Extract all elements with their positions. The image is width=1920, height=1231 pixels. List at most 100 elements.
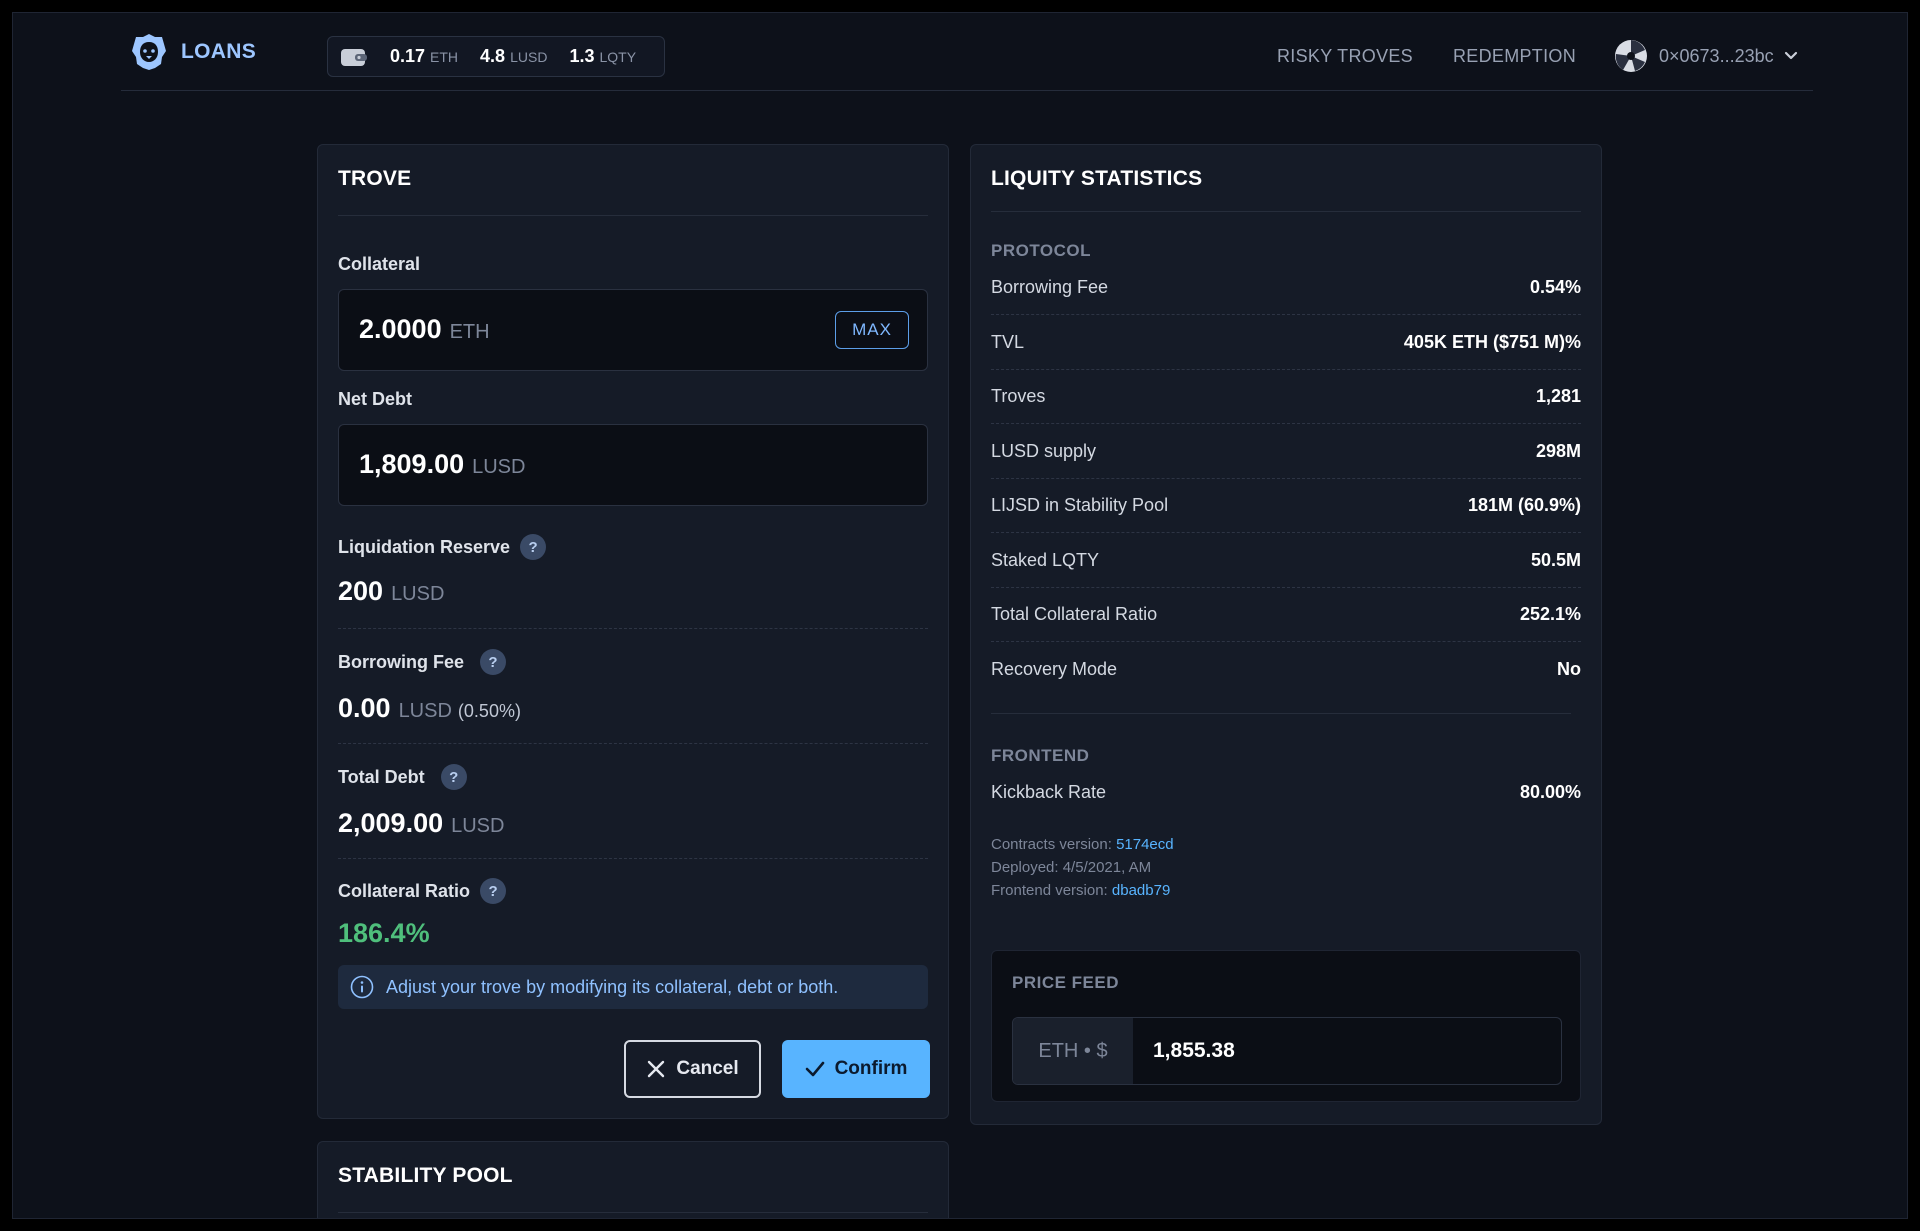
statistics-title: LIQUITY STATISTICS [991,167,1203,190]
stat-row: Troves 1,281 [991,369,1581,423]
help-icon[interactable]: ? [440,764,467,790]
nav-redemption[interactable]: REDEMPTION [1453,46,1576,67]
balance-amount: 0.17 [390,46,426,66]
borrowing-fee-value: 0.00 [338,693,391,723]
account-menu[interactable]: 0×0673...23bc [1615,40,1798,72]
stat-value: 1,281 [1535,385,1581,406]
app-window: LOANS 0.17 ETH 4.8 LUSD 1.3 LQTY RISKY T… [12,12,1908,1219]
total-debt-value-display: 2,009.00 LUSD [338,808,504,839]
collateral-unit: ETH [449,321,490,343]
help-icon[interactable]: ? [520,534,547,560]
divider [991,211,1581,212]
stat-value: 50.5M [1530,549,1581,570]
stat-value: 298M [1535,440,1581,461]
stat-row: Kickback Rate 80.00% [991,765,1581,819]
balance-unit: LQTY [599,49,637,65]
net-debt-unit: LUSD [472,456,526,478]
liquidation-reserve-unit: LUSD [391,583,445,605]
stat-key: LIJSD in Stability Pool [991,494,1169,515]
stat-row: Recovery Mode No [991,642,1581,696]
liquidation-reserve-value-display: 200 LUSD [338,576,444,607]
frontend-section-label: FRONTEND [991,746,1090,765]
stat-row: LIJSD in Stability Pool 181M (60.9%) [991,478,1581,532]
close-icon [648,1060,665,1078]
balance-unit: LUSD [510,49,548,65]
trove-card: TROVE Collateral 2.0000 ETH MAX Net Debt … [317,144,949,1119]
frontend-version: Frontend version: dbadb79 [991,882,1170,899]
net-debt-input[interactable]: 1,809.00 LUSD [338,424,928,506]
account-address: 0×0673...23bc [1659,45,1774,66]
collateral-ratio-value: 186.4% [338,918,430,948]
deployed-date: Deployed: 4/5/2021, AM [991,859,1152,876]
info-icon [350,975,374,999]
wallet-icon [341,48,367,66]
max-button[interactable]: MAX [835,311,909,349]
divider [338,215,928,216]
confirm-button[interactable]: Confirm [782,1040,930,1098]
price-feed-title: PRICE FEED [1012,973,1120,992]
frontend-version-link[interactable]: dbadb79 [1112,882,1170,899]
top-navbar: LOANS 0.17 ETH 4.8 LUSD 1.3 LQTY RISKY T… [121,13,1813,91]
contracts-version-link[interactable]: 5174ecd [1116,836,1174,853]
liquidation-reserve-value: 200 [338,576,384,606]
frontend-version-label: Frontend version: [991,882,1108,899]
stability-pool-title: STABILITY POOL [338,1164,513,1187]
borrowing-fee-label: Borrowing Fee ? [338,649,507,675]
stat-key: Total Collateral Ratio [991,603,1158,624]
avatar [1615,40,1647,72]
collateral-ratio-label-text: Collateral Ratio [338,880,471,901]
stat-key: LUSD supply [991,440,1097,461]
price-value: 1,855.38 [1153,1039,1235,1062]
liquidation-reserve-label-text: Liquidation Reserve [338,536,511,557]
app-name: LOANS [181,40,256,63]
stat-key: Borrowing Fee [991,276,1109,297]
stat-key: Troves [991,385,1046,406]
identicon-icon [1615,40,1645,71]
borrowing-fee-value-display: 0.00 LUSD (0.50%) [338,693,521,724]
stat-value: 252.1% [1519,603,1581,624]
stat-key: Recovery Mode [991,658,1118,679]
protocol-section-label: PROTOCOL [991,241,1092,260]
stat-key: TVL [991,331,1025,352]
price-feed-panel: PRICE FEED ETH • $ 1,855.38 [991,950,1581,1102]
net-debt-value: 1,809.00 [359,449,465,479]
borrowing-fee-label-text: Borrowing Fee [338,651,465,672]
trove-title: TROVE [338,167,412,190]
chevron-down-icon [1784,51,1797,60]
lion-logo-icon [132,34,166,70]
wallet-balances: 0.17 ETH 4.8 LUSD 1.3 LQTY [327,36,665,77]
stat-row: LUSD supply 298M [991,424,1581,478]
stat-value: 0.54% [1529,276,1581,297]
collateral-input[interactable]: 2.0000 ETH MAX [338,289,928,371]
divider [338,858,928,859]
info-banner: Adjust your trove by modifying its colla… [338,965,928,1009]
balance-amount: 1.3 [569,46,595,66]
borrowing-fee-rate: (0.50%) [457,701,521,721]
stat-key: Staked LQTY [991,549,1100,570]
collateral-label: Collateral [338,254,420,275]
app-logo[interactable]: LOANS [131,33,256,71]
net-debt-value-display: 1,809.00 LUSD [359,449,525,480]
nav-risky-troves[interactable]: RISKY TROVES [1277,46,1413,67]
price-pair-label: ETH • $ [1013,1018,1133,1084]
checkmark-icon [805,1061,824,1077]
help-icon[interactable]: ? [480,649,507,675]
info-text: Adjust your trove by modifying its colla… [386,976,839,997]
net-debt-label-text: Net Debt [338,389,413,409]
balance-eth: 0.17 ETH [390,46,458,67]
divider [338,628,928,629]
stat-row: Borrowing Fee 0.54% [991,260,1581,314]
balance-lusd: 4.8 LUSD [480,46,547,67]
cancel-button[interactable]: Cancel [624,1040,761,1098]
total-debt-label: Total Debt ? [338,764,467,790]
stat-row: Total Collateral Ratio 252.1% [991,587,1581,641]
stat-key: Kickback Rate [991,781,1107,802]
total-debt-value: 2,009.00 [338,808,444,838]
balance-unit: ETH [430,49,459,65]
collateral-ratio-label: Collateral Ratio ? [338,878,507,904]
divider [338,743,928,744]
collateral-value-display: 2.0000 ETH [359,314,490,345]
help-icon[interactable]: ? [480,878,507,904]
stat-value: 181M (60.9%) [1467,494,1581,515]
borrowing-fee-unit: LUSD [398,700,452,722]
